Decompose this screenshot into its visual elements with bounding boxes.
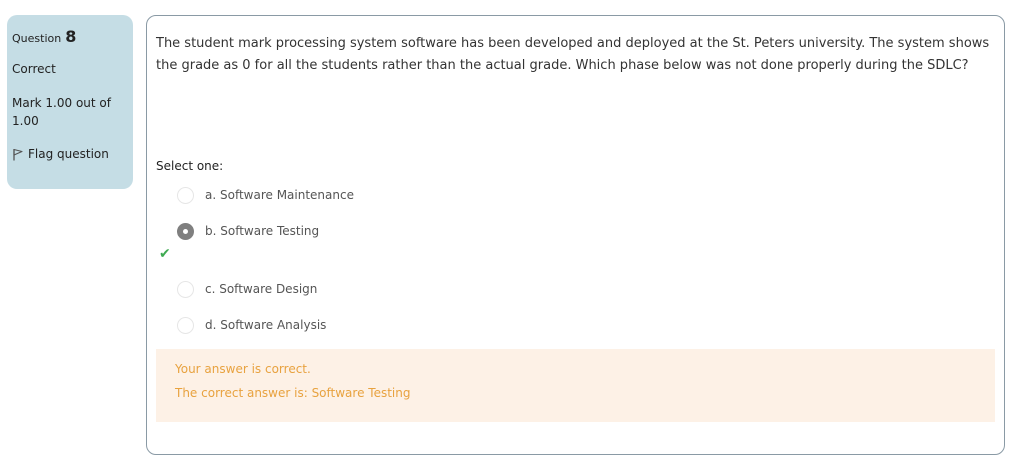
answer-option-c[interactable]: c. Software Design (156, 276, 995, 302)
answer-option-label: c. Software Design (205, 282, 318, 296)
radio-button-selected[interactable] (177, 222, 194, 240)
question-content: The student mark processing system softw… (146, 15, 1005, 455)
question-label: Question (12, 32, 62, 45)
question-number-heading: Question 8 (12, 27, 128, 49)
answer-option-a[interactable]: a. Software Maintenance (156, 182, 995, 208)
answer-option-label: a. Software Maintenance (205, 188, 354, 202)
answer-option-d[interactable]: d. Software Analysis (156, 312, 995, 338)
feedback-text: Your answer is correct. (175, 362, 311, 376)
answer-option-b[interactable]: b. Software Testing (156, 218, 995, 244)
question-number: 8 (65, 27, 77, 46)
radio-button[interactable] (177, 280, 194, 298)
check-icon: ✔ (159, 246, 171, 262)
answer-option-label: d. Software Analysis (205, 318, 327, 332)
answer-prompt: Select one: (156, 159, 224, 173)
radio-button[interactable] (177, 186, 194, 204)
flag-question-link[interactable]: Flag question (12, 147, 128, 161)
question-grade: Mark 1.00 out of 1.00 (12, 96, 111, 128)
answer-options: a. Software Maintenance b. Software Test… (156, 182, 995, 338)
flag-icon (12, 148, 24, 161)
answer-feedback: ✔ (156, 244, 995, 264)
question-state: Correct (12, 62, 56, 76)
outcome-feedback-box: Your answer is correct. The correct answ… (156, 349, 995, 422)
answer-option-label: b. Software Testing (205, 224, 320, 238)
correct-answer-text: The correct answer is: Software Testing (175, 386, 411, 400)
question-text: The student mark processing system softw… (156, 36, 990, 73)
flag-question-label: Flag question (28, 147, 109, 161)
radio-button[interactable] (177, 316, 194, 334)
question-info-panel: Question 8 Correct Mark 1.00 out of 1.00… (7, 15, 133, 189)
